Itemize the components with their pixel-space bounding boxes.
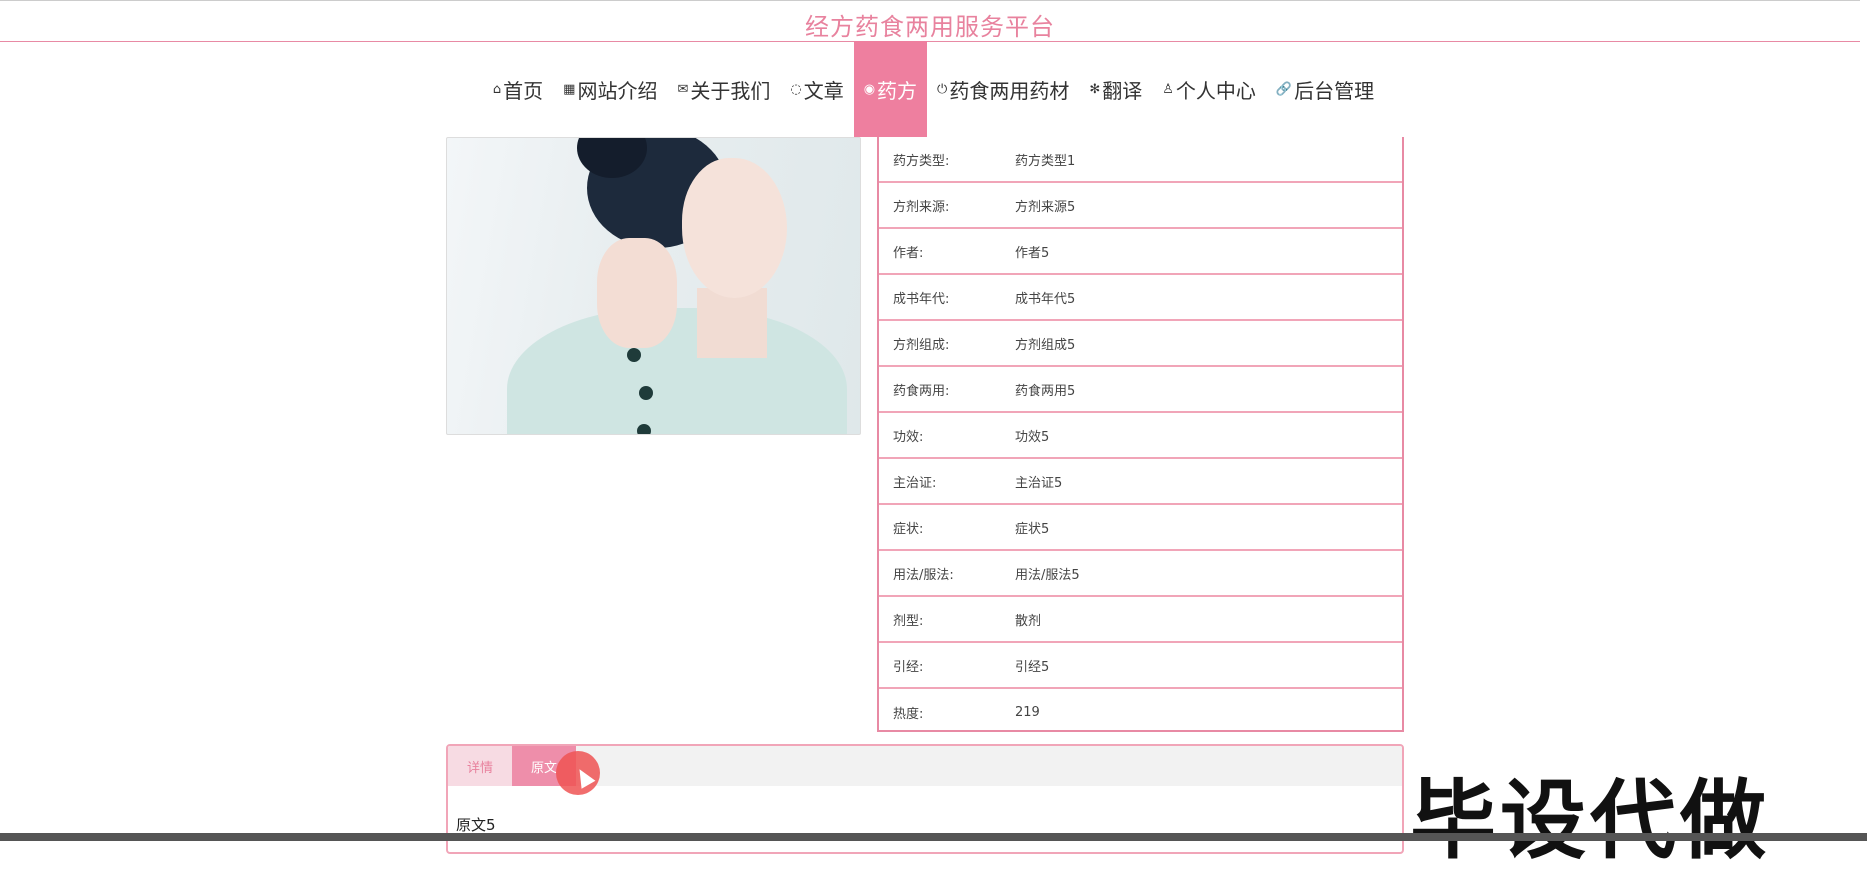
photo-face-shape	[682, 158, 787, 298]
detail-key: 症状:	[893, 521, 924, 537]
link-icon: 🔗	[1275, 81, 1293, 97]
detail-key: 药方类型:	[893, 153, 950, 169]
detail-value: 药食两用5	[1015, 383, 1076, 399]
detail-value: 方剂来源5	[1015, 199, 1076, 215]
tab-details[interactable]: 详情	[448, 746, 512, 786]
photo-robe-shape	[507, 308, 847, 434]
detail-table: 药方类型: 药方类型1 方剂来源: 方剂来源5 作者: 作者5 成书年代: 成书年代5 …	[877, 137, 1404, 732]
nav-item-label: 翻译	[1102, 78, 1143, 103]
nav-item-label: 药方	[877, 78, 918, 103]
detail-row: 方剂组成: 方剂组成5	[879, 321, 1402, 367]
home-icon: ⌂	[492, 81, 502, 97]
envelope-icon: ✉	[677, 81, 689, 97]
photo-hand-shape	[597, 238, 677, 348]
detail-key: 主治证:	[893, 475, 937, 491]
photo-button-shape	[637, 424, 651, 434]
nav-item-articles[interactable]: ◌ 文章	[780, 41, 853, 137]
detail-row: 药方类型: 药方类型1	[879, 137, 1402, 183]
detail-row: 症状: 症状5	[879, 505, 1402, 551]
detail-key: 方剂来源:	[893, 199, 950, 215]
nav-item-prescriptions[interactable]: ◉ 药方	[853, 41, 928, 137]
circle-icon: ◌	[790, 81, 802, 97]
detail-value: 219	[1015, 704, 1040, 720]
detail-row: 用法/服法: 用法/服法5	[879, 551, 1402, 597]
detail-row: 引经: 引经5	[879, 643, 1402, 689]
photo-neck-shape	[697, 288, 767, 358]
main-nav: ⌂ 首页 ▦ 网站介绍 ✉ 关于我们 ◌ 文章 ◉ 药方 ⏻ 药食两用药材 ✻ …	[0, 41, 1867, 137]
detail-value: 药方类型1	[1015, 153, 1076, 169]
nav-item-label: 后台管理	[1294, 78, 1375, 103]
detail-key: 用法/服法:	[893, 567, 954, 583]
detail-value: 主治证5	[1015, 475, 1063, 491]
detail-value: 用法/服法5	[1015, 567, 1080, 583]
site-title: 经方药食两用服务平台	[805, 13, 1055, 41]
detail-key: 剂型:	[893, 613, 924, 629]
detail-row: 成书年代: 成书年代5	[879, 275, 1402, 321]
snowflake-icon: ✻	[1089, 81, 1101, 97]
detail-key: 热度:	[893, 706, 924, 722]
bottom-bar	[0, 833, 1867, 841]
nav-item-admin[interactable]: 🔗 后台管理	[1266, 41, 1384, 137]
nav-item-about[interactable]: ✉ 关于我们	[667, 41, 780, 137]
detail-row: 热度: 219	[879, 689, 1402, 735]
detail-value: 功效5	[1015, 429, 1050, 445]
nav-item-label: 网站介绍	[577, 78, 658, 103]
nav-item-site-intro[interactable]: ▦ 网站介绍	[553, 41, 667, 137]
watermark-text: 毕设代做	[1410, 771, 1770, 871]
nav-item-translate[interactable]: ✻ 翻译	[1079, 41, 1152, 137]
photo-button-shape	[639, 386, 653, 400]
detail-key: 引经:	[893, 659, 924, 675]
nav-item-label: 关于我们	[690, 78, 771, 103]
nav-item-label: 首页	[503, 78, 544, 103]
dot-circle-icon: ◉	[863, 81, 876, 97]
detail-value: 方剂组成5	[1015, 337, 1076, 353]
tab-content: 原文5	[456, 816, 496, 834]
detail-row: 功效: 功效5	[879, 413, 1402, 459]
grid-icon: ▦	[563, 81, 576, 97]
detail-key: 功效:	[893, 429, 924, 445]
detail-value: 作者5	[1015, 245, 1050, 261]
nav-item-home[interactable]: ⌂ 首页	[483, 41, 553, 137]
detail-row: 药食两用: 药食两用5	[879, 367, 1402, 413]
nav-item-label: 个人中心	[1175, 78, 1256, 103]
detail-value: 引经5	[1015, 659, 1050, 675]
detail-value: 症状5	[1015, 521, 1050, 537]
detail-row: 作者: 作者5	[879, 229, 1402, 275]
detail-value: 散剂	[1015, 613, 1042, 629]
detail-row: 方剂来源: 方剂来源5	[879, 183, 1402, 229]
photo-button-shape	[627, 348, 641, 362]
detail-key: 药食两用:	[893, 383, 950, 399]
title-bar: 经方药食两用服务平台	[0, 0, 1860, 42]
prescription-image	[446, 137, 861, 435]
nav-item-label: 文章	[803, 78, 844, 103]
nav-item-herbs[interactable]: ⏻ 药食两用药材	[927, 41, 1079, 137]
user-icon: ♙	[1162, 81, 1174, 97]
detail-key: 成书年代:	[893, 291, 950, 307]
nav-item-label: 药食两用药材	[949, 78, 1070, 103]
power-icon: ⏻	[937, 81, 948, 97]
detail-key: 方剂组成:	[893, 337, 950, 353]
detail-row: 剂型: 散剂	[879, 597, 1402, 643]
detail-row: 主治证: 主治证5	[879, 459, 1402, 505]
nav-item-profile[interactable]: ♙ 个人中心	[1152, 41, 1266, 137]
detail-key: 作者:	[893, 245, 924, 261]
detail-value: 成书年代5	[1015, 291, 1076, 307]
